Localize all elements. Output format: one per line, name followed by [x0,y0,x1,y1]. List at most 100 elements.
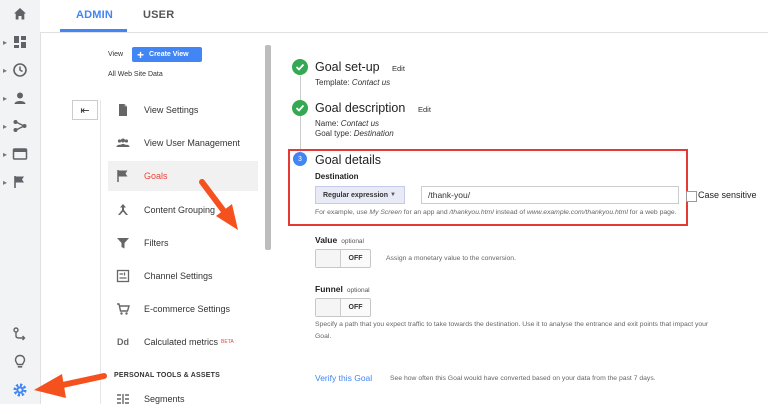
discover-icon[interactable] [12,326,28,342]
goal-setup-title: Goal set-up [315,60,380,74]
dashboard-icon[interactable] [12,34,28,50]
goal-name-line: Name: Contact us [315,119,379,128]
help-text-example: /thankyou.html [449,209,494,216]
flag-icon [116,169,130,183]
goal-description-title: Goal description [315,101,406,115]
beta-badge: BETA [221,339,234,345]
destination-label: Destination [315,172,359,181]
expand-caret-icon[interactable]: ▸ [3,150,7,159]
menu-scrollbar[interactable] [265,45,271,250]
match-type-dropdown[interactable]: Regular expression ▼ [315,186,405,204]
match-type-value: Regular expression [323,191,388,199]
back-arrow-button[interactable]: ⇤ [72,100,98,120]
menu-item-label: Calculated metrics [144,337,219,347]
active-tab-indicator [60,29,127,32]
toggle-knob [316,299,341,316]
help-text-part: For example, use [315,209,370,216]
template-value: Contact us [351,78,391,87]
create-view-button[interactable]: + Create View [132,47,202,62]
goal-type-label: Goal type: [315,129,352,138]
expand-caret-icon[interactable]: ▸ [3,38,7,47]
behavior-icon[interactable] [12,146,28,162]
section-heading: PERSONAL TOOLS & ASSETS [114,372,220,379]
destination-help-text: For example, use My Screen for an app an… [315,209,677,216]
create-view-label: Create View [149,51,189,58]
home-icon[interactable] [12,6,28,22]
help-text-example: My Screen [369,209,402,216]
funnel-field-title: Funnel optional [315,284,370,294]
left-nav-rail: ▸ ▸ ▸ ▸ ▸ ▸ [0,0,41,404]
verify-goal-link[interactable]: Verify this Goal [315,373,372,383]
funnel-help-line-1: Specify a path that you expect traffic t… [315,321,709,328]
goal-type-value: Destination [353,129,394,138]
case-sensitive-label: Case sensitive [698,190,757,200]
toggle-state: OFF [348,304,363,311]
back-arrow-icon: ⇤ [80,104,90,117]
tab-user[interactable]: USER [143,9,174,21]
goal-setup-edit-link[interactable]: Edit [392,64,405,73]
view-label: View [108,51,124,58]
menu-item-label: Filters [144,238,169,248]
menu-item-view-user-management[interactable]: View User Management [108,128,258,158]
document-icon [116,103,130,117]
value-toggle[interactable]: OFF [315,249,371,268]
person-icon[interactable] [12,90,28,106]
help-text-part: for a web page. [627,209,677,216]
acquisition-icon[interactable] [12,118,28,134]
expand-caret-icon[interactable]: ▸ [3,122,7,131]
help-text-example: www.example.com/thankyou.html [526,209,628,216]
destination-input[interactable]: /thank-you/ [421,186,679,204]
step-complete-check-icon [292,100,308,116]
menu-item-label: Channel Settings [144,271,213,281]
verify-help-text: See how often this Goal would have conve… [390,375,656,382]
lightbulb-icon[interactable] [12,354,28,370]
toggle-knob [316,250,341,267]
dd-icon: Dd [117,337,129,347]
value-help-text: Assign a monetary value to the conversio… [386,255,516,262]
menu-item-ecommerce-settings[interactable]: E-commerce Settings [108,294,258,324]
tab-admin[interactable]: ADMIN [76,9,113,21]
menu-item-label: Goals [144,171,168,181]
menu-item-segments[interactable]: Segments [108,384,258,414]
goal-name-value: Contact us [340,119,380,128]
grouping-icon [116,203,130,217]
chevron-down-icon: ▼ [390,192,396,198]
optional-tag: optional [346,287,370,294]
menu-item-calculated-metrics[interactable]: Dd Calculated metrics BETA [108,327,258,357]
funnel-toggle[interactable]: OFF [315,298,371,317]
column-divider [100,100,101,404]
clock-icon[interactable] [12,62,28,78]
channel-icon [116,269,130,283]
menu-item-channel-settings[interactable]: Channel Settings [108,261,258,291]
goal-description-edit-link[interactable]: Edit [418,105,431,114]
menu-item-label: E-commerce Settings [144,304,231,314]
step-number-badge: 3 [293,152,307,166]
view-selector[interactable]: All Web Site Data [108,71,163,78]
goal-type-line: Goal type: Destination [315,129,394,138]
template-label: Template: [315,78,350,87]
goal-template-line: Template: Contact us [315,78,390,87]
menu-item-label: View Settings [144,105,199,115]
expand-caret-icon[interactable]: ▸ [3,94,7,103]
cart-icon [116,302,130,316]
filter-icon [116,236,130,250]
case-sensitive-checkbox[interactable] [686,191,697,202]
goal-details-title: Goal details [315,153,382,167]
expand-caret-icon[interactable]: ▸ [3,66,7,75]
expand-caret-icon[interactable]: ▸ [3,178,7,187]
funnel-help-line-2: Goal. [315,333,332,340]
menu-item-view-settings[interactable]: View Settings [108,95,258,125]
step-connector [300,116,301,152]
flag-icon[interactable] [12,174,28,190]
goal-name-label: Name: [315,119,339,128]
value-field-title: Value optional [315,235,364,245]
admin-gear-icon[interactable] [12,382,28,398]
funnel-label: Funnel [315,284,343,294]
step-complete-check-icon [292,59,308,75]
annotation-arrow-goals [199,179,238,230]
step-connector [300,76,301,102]
optional-tag: optional [341,238,364,245]
help-text-part: instead of [493,209,527,216]
value-label: Value [315,235,338,245]
help-text-part: for an app and [401,209,450,216]
